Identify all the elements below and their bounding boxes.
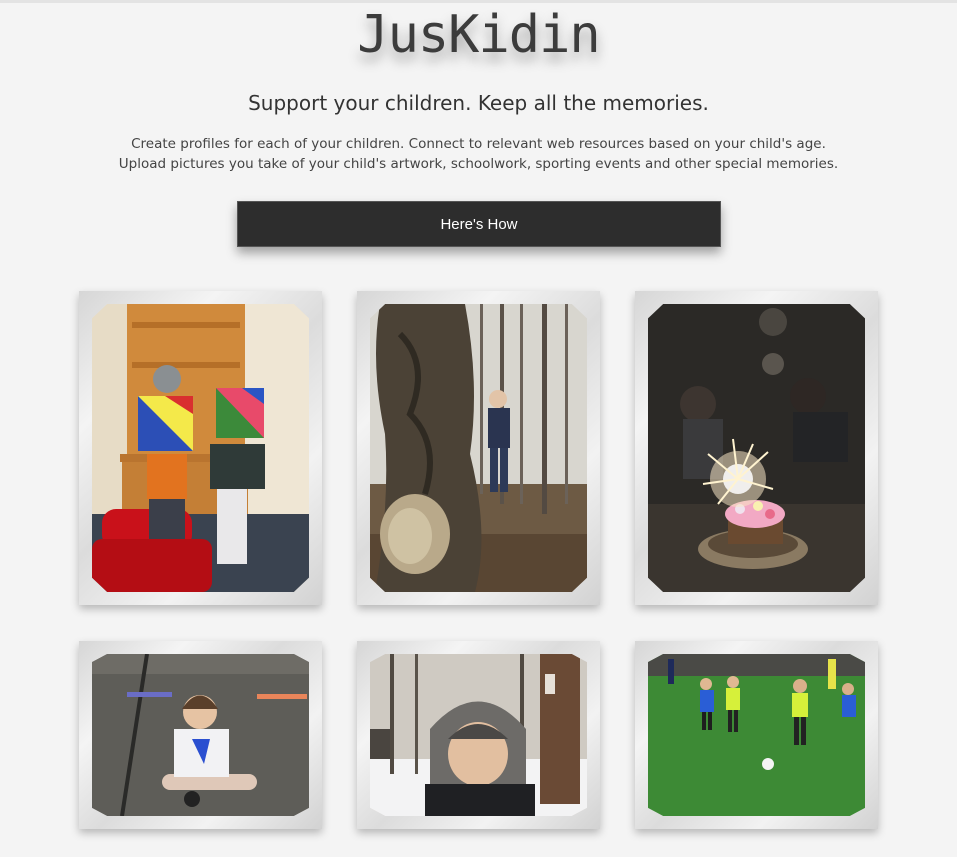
kids-playing-soccer-photo (648, 654, 865, 816)
page-description: Create profiles for each of your childre… (0, 134, 957, 174)
heres-how-button[interactable]: Here's How (237, 201, 721, 247)
toddler-sitting-floor-photo (92, 654, 309, 816)
photo-card-toddler[interactable] (79, 641, 322, 829)
site-logo[interactable]: JusKidin (0, 2, 957, 68)
birthday-cake-sparkler-photo (648, 304, 865, 592)
photo-card-birthday[interactable] (635, 291, 878, 605)
photo-card-artwork[interactable] (79, 291, 322, 605)
photo-card-tree[interactable] (357, 291, 600, 605)
photo-card-winter[interactable] (357, 641, 600, 829)
description-line-2: Upload pictures you take of your child's… (118, 156, 839, 172)
description-line-1: Create profiles for each of your childre… (131, 136, 826, 152)
children-holding-artwork-photo (92, 304, 309, 592)
boy-in-winter-hat-photo (370, 654, 587, 816)
page-tagline: Support your children. Keep all the memo… (248, 91, 709, 115)
photo-card-soccer[interactable] (635, 641, 878, 829)
child-behind-tree-photo (370, 304, 587, 592)
